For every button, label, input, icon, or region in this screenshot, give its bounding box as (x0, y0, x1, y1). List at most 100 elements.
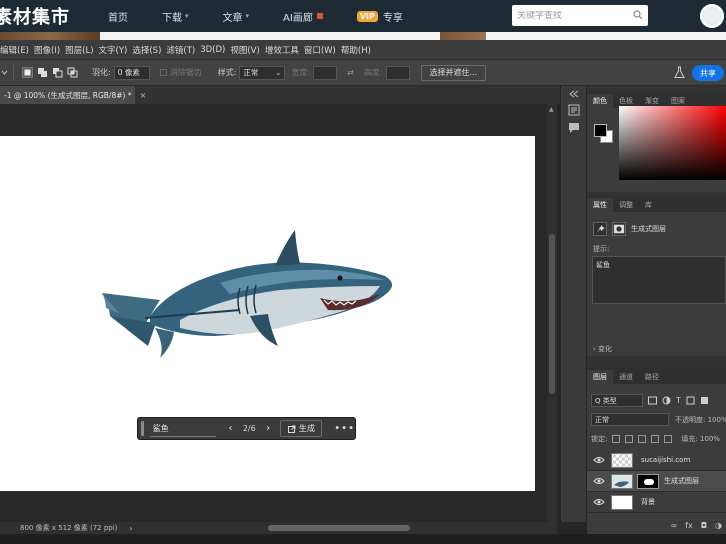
subtract-selection-icon[interactable] (52, 67, 63, 78)
next-variation-button[interactable]: › (262, 423, 275, 434)
menu-select[interactable]: 选择(S) (132, 44, 161, 56)
menu-window[interactable]: 窗口(W) (304, 44, 336, 56)
menu-3d[interactable]: 3D(D) (200, 45, 225, 55)
foreground-color-swatch[interactable] (594, 124, 607, 137)
filter-type-icon[interactable]: T (676, 396, 681, 405)
layer-row[interactable]: sucaijishi.com (587, 450, 726, 471)
drag-handle[interactable] (141, 421, 144, 436)
more-options-button[interactable]: ••• (334, 423, 355, 434)
eye-icon[interactable] (593, 477, 605, 485)
close-icon[interactable]: × (140, 91, 147, 100)
site-logo[interactable]: 素材集市 (0, 3, 70, 29)
blend-mode-select[interactable]: 正常 (591, 413, 669, 426)
menu-help[interactable]: 帮助(H) (341, 44, 371, 56)
menu-layer[interactable]: 图层(L) (65, 44, 93, 56)
menu-view[interactable]: 视图(V) (230, 44, 259, 56)
document-canvas[interactable]: 鲨鱼 ‹ 2/6 › 生成 ••• (0, 136, 535, 491)
generate-button[interactable]: 生成 (280, 420, 323, 437)
document-tab[interactable]: -1 @ 100% (生成式图层, RGB/8#) * × (0, 86, 146, 104)
prompt-input[interactable]: 鲨鱼 (149, 420, 217, 437)
lock-pixels-icon[interactable] (625, 435, 634, 443)
search-input[interactable] (512, 10, 622, 21)
filter-smart-object-icon[interactable] (700, 396, 709, 405)
menu-plugins[interactable]: 增效工具 (265, 44, 299, 56)
select-and-mask-button[interactable]: 选择并遮住... (420, 64, 487, 81)
filter-image-icon[interactable] (648, 396, 657, 405)
lock-position-icon[interactable] (638, 435, 647, 443)
lock-artboard-icon[interactable] (651, 435, 660, 443)
eye-icon[interactable] (593, 498, 605, 506)
comment-icon[interactable] (568, 122, 580, 134)
feather-label: 羽化: (92, 68, 111, 77)
nav-articles[interactable]: 文章 ▾ (223, 9, 250, 24)
tab-adjustments[interactable]: 调整 (613, 198, 639, 212)
previous-variation-button[interactable]: ‹ (224, 423, 237, 434)
layer-row[interactable]: 生成式图层 (587, 471, 726, 492)
link-layers-icon[interactable]: ∞ (670, 521, 677, 530)
menu-filter[interactable]: 滤镜(T) (166, 44, 195, 56)
lock-all-icon[interactable] (664, 435, 673, 443)
tab-libraries[interactable]: 库 (639, 198, 658, 212)
intersect-selection-icon[interactable] (67, 67, 78, 78)
tab-layers[interactable]: 图层 (587, 370, 613, 384)
panel-icon-strip (560, 86, 586, 522)
color-panel: 颜色 色板 渐变 图案 (587, 92, 726, 192)
height-input[interactable] (385, 65, 410, 80)
search-icon[interactable] (633, 10, 643, 20)
filter-shape-icon[interactable] (686, 396, 695, 405)
tab-color[interactable]: 颜色 (587, 94, 613, 108)
filter-adjustment-icon[interactable] (662, 396, 671, 405)
style-select[interactable]: 正常 ⌄ (239, 65, 286, 80)
history-icon[interactable] (568, 104, 580, 116)
scroll-thumb[interactable] (549, 234, 555, 394)
tab-properties[interactable]: 属性 (587, 198, 613, 212)
page-background (100, 32, 440, 40)
color-picker-field[interactable] (619, 106, 726, 180)
prompt-textarea[interactable]: 鲨鱼 (592, 256, 726, 304)
properties-layer-label: 生成式图层 (631, 225, 666, 233)
generate-label: 生成 (298, 424, 315, 433)
horizontal-scroll-thumb[interactable] (268, 525, 410, 531)
fill-control[interactable]: 填充: 100% (681, 434, 720, 444)
add-selection-icon[interactable] (37, 67, 48, 78)
width-input[interactable] (313, 65, 338, 80)
flask-icon[interactable] (674, 66, 685, 79)
scroll-up-icon[interactable]: ▲ (549, 106, 554, 113)
document-size-status: 800 像素 x 512 像素 (72 ppi) (20, 524, 118, 532)
adjustment-layer-icon[interactable]: ◑ (715, 521, 722, 530)
new-selection-icon[interactable] (22, 67, 33, 78)
status-menu-button[interactable]: › (129, 524, 132, 533)
swap-icon[interactable]: ⇄ (347, 68, 354, 77)
layer-row[interactable]: 背景 (587, 492, 726, 513)
nav-home[interactable]: 首页 (108, 9, 128, 24)
nav-ai-gallery[interactable]: AI画廊 (283, 9, 323, 24)
height-label: 高度: (363, 68, 383, 77)
opacity-control[interactable]: 不透明度: 100% (675, 415, 726, 425)
share-button[interactable]: 共享 (692, 65, 724, 81)
add-mask-icon[interactable]: ◘ (701, 521, 707, 530)
nav-home-label: 首页 (108, 12, 128, 24)
feather-input[interactable]: 0 像素 (113, 65, 150, 80)
fx-icon[interactable]: fx (685, 521, 693, 530)
layer-mask-thumbnail[interactable] (637, 473, 659, 489)
menu-image[interactable]: 图像(I) (34, 44, 60, 56)
collapse-icon[interactable] (568, 90, 580, 98)
vertical-scrollbar[interactable]: ▲ (547, 104, 557, 522)
canvas-area[interactable]: 鲨鱼 ‹ 2/6 › 生成 ••• (0, 104, 547, 522)
nav-download[interactable]: 下载 ▾ (162, 9, 189, 24)
lock-transparency-icon[interactable] (612, 435, 621, 443)
layer-kind-select[interactable]: Q 类型 (591, 394, 643, 407)
menu-type[interactable]: 文字(Y) (99, 44, 128, 56)
antialias-checkbox[interactable] (159, 69, 167, 76)
nav-vip-label: 专享 (382, 12, 403, 24)
style-value: 正常 (243, 68, 259, 77)
chevron-down-icon[interactable] (1, 67, 8, 78)
eye-icon[interactable] (593, 456, 605, 464)
avatar[interactable] (700, 4, 724, 28)
variations-label[interactable]: › 变化 (593, 344, 612, 354)
tab-paths[interactable]: 路径 (639, 370, 665, 384)
layer-thumbnail (611, 494, 633, 510)
menu-edit[interactable]: 编辑(E) (0, 44, 29, 56)
nav-vip[interactable]: VIP 专享 (356, 9, 403, 24)
tab-channels[interactable]: 通道 (613, 370, 639, 384)
